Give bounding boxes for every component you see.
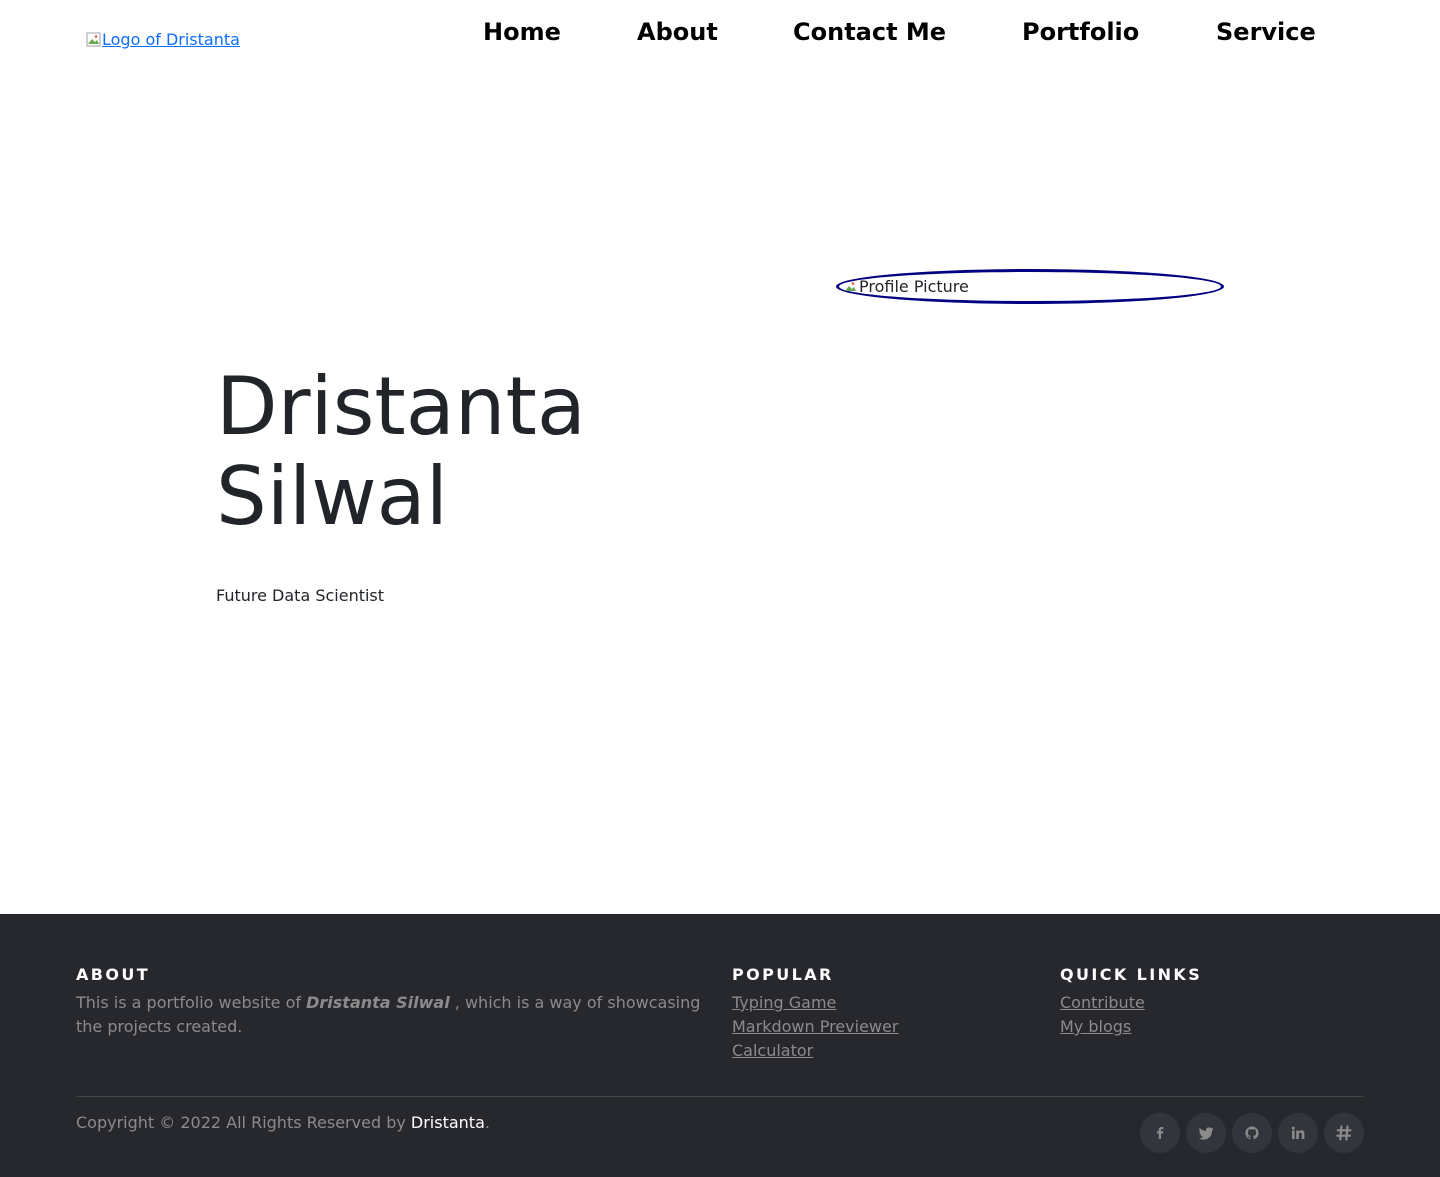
link-calculator[interactable]: Calculator xyxy=(732,1041,813,1060)
list-item: Calculator xyxy=(732,1039,898,1063)
footer-about-text: This is a portfolio website of Dristanta… xyxy=(76,991,706,1039)
list-item: Markdown Previewer xyxy=(732,1015,898,1039)
footer-quick-links-title: Quick Links xyxy=(1060,965,1203,984)
link-markdown-previewer[interactable]: Markdown Previewer xyxy=(732,1017,898,1036)
nav-service[interactable]: Service xyxy=(1216,16,1316,48)
footer: About This is a portfolio website of Dri… xyxy=(0,914,1440,1177)
nav-home[interactable]: Home xyxy=(483,16,561,48)
footer-about-text-before: This is a portfolio website of xyxy=(76,993,307,1012)
nav-contact-me[interactable]: Contact Me xyxy=(793,16,946,48)
copyright-text: Copyright © 2022 All Rights Reserved by xyxy=(76,1113,411,1132)
nav-about[interactable]: About xyxy=(637,16,718,48)
link-typing-game[interactable]: Typing Game xyxy=(732,993,836,1012)
list-item: Contribute xyxy=(1060,991,1145,1015)
hero-first-name: Dristanta xyxy=(216,360,586,453)
footer-divider xyxy=(76,1096,1364,1097)
linkedin-icon[interactable] xyxy=(1278,1113,1318,1153)
main-nav: Home About Contact Me Portfolio Service xyxy=(0,16,1440,48)
hashnode-icon[interactable] xyxy=(1324,1113,1364,1153)
facebook-icon[interactable] xyxy=(1140,1113,1180,1153)
profile-alt-text: Profile Picture xyxy=(859,277,969,296)
footer-about-author: Dristanta Silwal xyxy=(306,993,450,1012)
copyright-suffix: . xyxy=(484,1113,490,1132)
hero-last-name: Silwal xyxy=(216,450,448,543)
link-contribute[interactable]: Contribute xyxy=(1060,993,1145,1012)
copyright-author-link[interactable]: Dristanta xyxy=(411,1113,485,1132)
broken-image-icon xyxy=(843,279,859,295)
nav-portfolio[interactable]: Portfolio xyxy=(1022,16,1139,48)
footer-popular-links: Typing Game Markdown Previewer Calculato… xyxy=(732,991,898,1063)
copyright: Copyright © 2022 All Rights Reserved by … xyxy=(76,1113,490,1132)
footer-quick-links: Contribute My blogs xyxy=(1060,991,1145,1039)
hero-name: Dristanta Silwal xyxy=(216,362,586,542)
profile-picture: Profile Picture xyxy=(836,269,1224,304)
list-item: Typing Game xyxy=(732,991,898,1015)
list-item: My blogs xyxy=(1060,1015,1145,1039)
github-icon[interactable] xyxy=(1232,1113,1272,1153)
footer-popular-title: Popular xyxy=(732,965,834,984)
link-my-blogs[interactable]: My blogs xyxy=(1060,1017,1131,1036)
footer-about-title: About xyxy=(76,965,151,984)
social-links xyxy=(1140,1113,1364,1153)
hero-tagline: Future Data Scientist xyxy=(216,586,385,605)
twitter-icon[interactable] xyxy=(1186,1113,1226,1153)
